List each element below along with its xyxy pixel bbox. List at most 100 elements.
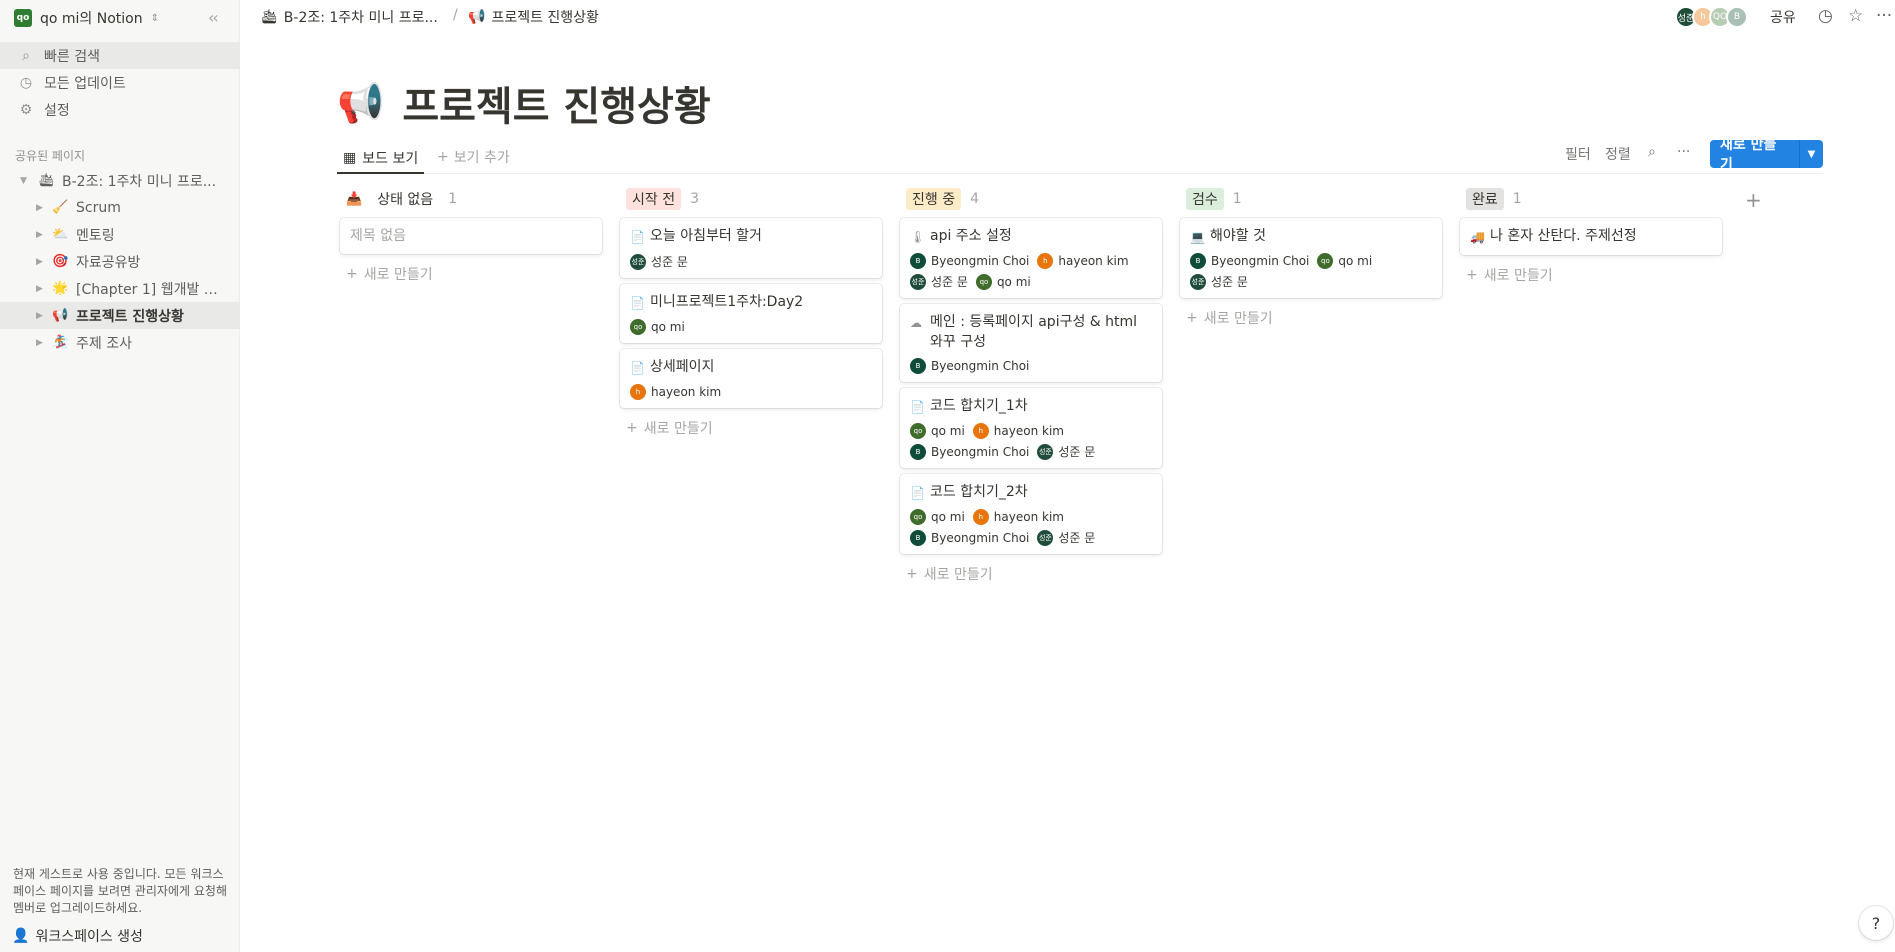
sidebar-item-label: 설정 [44, 102, 70, 119]
sidebar-item-quick-search[interactable]: ⌕ 빠른 검색 [0, 42, 240, 69]
guest-notice: 현재 게스트로 사용 중입니다. 모든 워크스페이스 페이지를 보려면 관리자에… [13, 867, 227, 915]
ship-icon: 🛳 [260, 9, 278, 25]
column-header[interactable]: 진행 중 4 [900, 186, 1162, 212]
column-header[interactable]: 시작 전 3 [620, 186, 882, 212]
caret-right-icon[interactable]: ▶ [36, 338, 43, 348]
assignee-name: 성준 문 [1058, 445, 1096, 459]
page-tree: ▼ 🛳 B-2조: 1주차 미니 프로... ▶ 🧹 Scrum ▶ ⛅ 멘토링… [0, 167, 240, 356]
assignee-list: B Byeongmin Choi qo qo mi 성준 성준 문 [1190, 253, 1432, 290]
sidebar-item-chapter1[interactable]: ▶ 🌟 [Chapter 1] 웹개발 미... [0, 275, 240, 302]
filter-button[interactable]: 필터 [1565, 144, 1591, 164]
caret-right-icon[interactable]: ▶ [36, 311, 43, 321]
board-card[interactable]: 💻 해야할 것 B Byeongmin Choi qo qo mi 성준 성준 문 [1180, 218, 1442, 298]
caret-right-icon[interactable]: ▶ [36, 257, 43, 267]
star-icon[interactable]: ☆ [1848, 6, 1863, 26]
assignee-name: Byeongmin Choi [931, 254, 1030, 268]
create-workspace-label: 워크스페이스 생성 [35, 929, 143, 945]
board-card[interactable]: 제목 없음 [340, 218, 602, 254]
new-card-label: 새로 만들기 [1203, 311, 1273, 327]
board-card[interactable]: 🚚 나 혼자 산탄다. 주제선정 [1460, 218, 1722, 255]
page-title-text[interactable]: 프로젝트 진행상황 [402, 74, 710, 132]
assignee-name: Byeongmin Choi [931, 359, 1030, 373]
assignee-name: Byeongmin Choi [931, 530, 1030, 545]
new-card-button[interactable]: + 새로 만들기 [1460, 265, 1722, 285]
caret-right-icon[interactable]: ▶ [36, 284, 43, 294]
collapse-sidebar-icon[interactable]: ‹‹ [208, 8, 219, 27]
board-card[interactable]: 📄 코드 합치기_1차 qo qo mi h hayeon kim B Byeongmin C… [900, 388, 1162, 468]
avatar: h [630, 384, 646, 400]
board-card[interactable]: 📄 코드 합치기_2차 qo qo mi h hayeon kim B Byeongmin C… [900, 474, 1162, 554]
more-icon[interactable]: ··· [1677, 144, 1690, 160]
page-icon: 📄 [910, 486, 925, 500]
view-bar: ▦ 보드 보기 + 보기 추가 필터 정렬 ⌕ ··· 새로 만들기 ▼ [337, 140, 1823, 174]
assignee: h hayeon kim [972, 423, 1064, 439]
sidebar-item-updates[interactable]: ◷ 모든 업데이트 [0, 69, 240, 96]
board-card[interactable]: 📄 미니프로젝트1주차:Day2 qo qo mi [620, 284, 882, 343]
caret-right-icon[interactable]: ▶ [36, 203, 43, 213]
assignee-list: qo qo mi h hayeon kim B Byeongmin Choi 성준 성준 문 [910, 423, 1152, 460]
column-count: 1 [1512, 191, 1522, 207]
workspace-badge: qo [14, 9, 32, 27]
avatar: 성준 [1037, 443, 1054, 460]
assignee-list: h hayeon kim [630, 384, 872, 400]
assignee-name: qo mi [1338, 254, 1373, 268]
add-view-button[interactable]: + 보기 추가 [437, 144, 510, 170]
new-card-button[interactable]: + 새로 만들기 [1180, 308, 1442, 328]
column-header[interactable]: 완료 1 [1460, 186, 1722, 212]
sidebar-item-settings[interactable]: ⚙ 설정 [0, 96, 240, 123]
assignee: B Byeongmin Choi [1190, 253, 1309, 269]
card-title-text: 메인 : 등록페이지 api구성 & html 와꾸 구성 [930, 314, 1138, 350]
assignee: B Byeongmin Choi [910, 253, 1029, 269]
new-card-button[interactable]: + 새로 만들기 [340, 264, 602, 284]
user-plus-icon: 👤 [12, 928, 30, 944]
board-column: 완료 1 🚚 나 혼자 산탄다. 주제선정 + 새로 만들기 [1460, 186, 1722, 285]
card-title-text: 코드 합치기_1차 [930, 398, 1028, 414]
sidebar-item-mentoring[interactable]: ▶ ⛅ 멘토링 [0, 221, 240, 248]
breadcrumb-current[interactable]: 📢 프로젝트 진행상황 [468, 7, 599, 27]
breadcrumb-parent[interactable]: 🛳 B-2조: 1주차 미니 프로... [260, 7, 438, 27]
sidebar-item-resources[interactable]: ▶ 🎯 자료공유방 [0, 248, 240, 275]
caret-down-icon[interactable]: ▼ [20, 176, 27, 186]
new-button-label[interactable]: 새로 만들기 [1710, 140, 1800, 168]
chevron-down-icon[interactable]: ▼ [1799, 140, 1823, 168]
board-card[interactable]: 📄 오늘 아침부터 할거 성준 성준 문 [620, 218, 882, 278]
sidebar-item-scrum[interactable]: ▶ 🧹 Scrum [0, 194, 240, 221]
sidebar-item-label: 프로젝트 진행상황 [76, 308, 184, 325]
new-button[interactable]: 새로 만들기 ▼ [1710, 140, 1823, 168]
page-title: 📢 프로젝트 진행상황 [337, 74, 711, 132]
assignee: B Byeongmin Choi [910, 529, 1029, 546]
column-count: 3 [690, 191, 700, 207]
sort-button[interactable]: 정렬 [1605, 144, 1631, 164]
status-badge: 상태 없음 [377, 192, 434, 208]
add-group-icon[interactable]: + [1745, 188, 1762, 212]
column-header[interactable]: 📥 상태 없음 1 [340, 186, 602, 212]
page-icon: ☁ [910, 316, 922, 330]
create-workspace-button[interactable]: 👤 워크스페이스 생성 [12, 926, 143, 946]
status-badge: 완료 [1466, 188, 1504, 210]
sidebar-item-topic-research[interactable]: ▶ 🏂 주제 조사 [0, 329, 240, 356]
sidebar-item-project-status[interactable]: ▶ 📢 프로젝트 진행상황 [0, 302, 240, 329]
column-count: 1 [1232, 191, 1242, 207]
new-card-button[interactable]: + 새로 만들기 [620, 418, 882, 438]
megaphone-icon[interactable]: 📢 [337, 81, 384, 126]
sidebar-item-b2-project[interactable]: ▼ 🛳 B-2조: 1주차 미니 프로... [0, 167, 240, 194]
clock-icon[interactable]: ◷ [1818, 6, 1833, 26]
avatar: B [1726, 6, 1748, 28]
search-icon[interactable]: ⌕ [1648, 144, 1656, 160]
more-icon[interactable]: ··· [1876, 6, 1892, 26]
tab-board-view[interactable]: ▦ 보드 보기 [337, 144, 425, 174]
new-card-label: 새로 만들기 [643, 421, 713, 437]
new-card-button[interactable]: + 새로 만들기 [900, 564, 1162, 584]
board-card[interactable]: 📄 상세페이지 h hayeon kim [620, 349, 882, 408]
help-button[interactable]: ? [1859, 906, 1893, 940]
workspace-switcher[interactable]: qo qo mi의 Notion ⇕ [14, 8, 159, 28]
collaborator-avatars[interactable]: 성준 h QO B [1675, 6, 1748, 28]
board-card[interactable]: ☁ 메인 : 등록페이지 api구성 & html 와꾸 구성 B Byeongmin… [900, 304, 1162, 382]
star-icon: 🌟 [52, 281, 69, 296]
assignee-name: hayeon kim [993, 510, 1064, 524]
workspace-name: qo mi의 Notion [40, 11, 143, 27]
column-header[interactable]: 검수 1 [1180, 186, 1442, 212]
caret-right-icon[interactable]: ▶ [36, 230, 43, 240]
board-card[interactable]: 🌡 api 주소 설정 B Byeongmin Choi h hayeon kim 성준 성준… [900, 218, 1162, 298]
share-button[interactable]: 공유 [1770, 7, 1796, 27]
